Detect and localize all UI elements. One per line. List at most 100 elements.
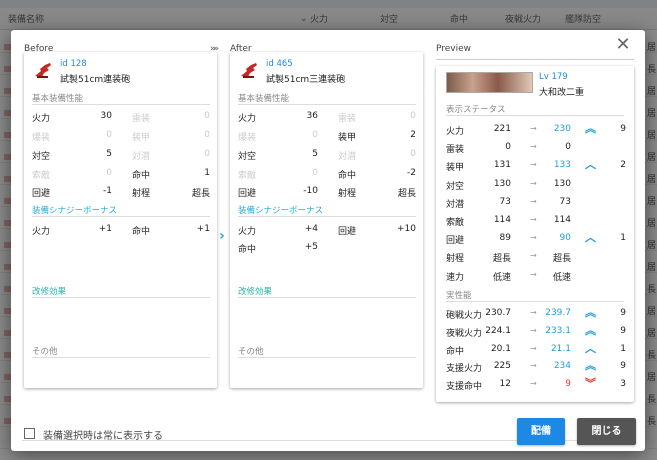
stat-value: 超長 (191, 189, 210, 199)
preview-row-label: 装甲 (446, 163, 465, 174)
preview-row-after: 低速 (552, 272, 571, 283)
preview-row-before: 12 (499, 379, 511, 390)
before-equipment-id[interactable]: id 128 (60, 59, 87, 69)
stat-after-right: 装甲 2 (338, 130, 416, 144)
preview-row: 支援火力 225 → 234 ︽ 9 (446, 359, 626, 375)
synergy-value: +4 (304, 224, 318, 234)
stat-value: 0 (106, 130, 112, 140)
stat-before-left: 対空 5 (32, 149, 112, 163)
preview-row-diff: 9 (620, 124, 626, 134)
stat-before-right: 対潜 0 (132, 149, 210, 163)
preview-row: 夜戦火力 224.1 → 233.1 ︽ 9 (446, 324, 626, 340)
preview-row: 速力 低速 → 低速 (446, 270, 626, 284)
ship-level: Lv 179 (539, 72, 568, 82)
arrow-right-icon: → (530, 308, 537, 317)
stat-label: 火力 (32, 114, 51, 124)
arrow-right-icon: → (530, 361, 537, 371)
preview-row-label: 索敵 (446, 218, 465, 228)
arrow-right-icon: → (530, 325, 537, 335)
stat-value: 0 (312, 130, 318, 140)
stat-value: 0 (204, 130, 210, 140)
synergy-label: 火力 (32, 227, 51, 237)
preview-row-diff: 9 (620, 308, 626, 318)
stat-label: 装甲 (132, 133, 151, 143)
before-improve-title: 改修効果 (32, 285, 210, 298)
preview-row-after: 230 (553, 124, 571, 134)
preview-row-before: 89 (499, 233, 511, 244)
stat-value: 36 (306, 111, 318, 121)
ship-name: 大和改二重 (539, 88, 585, 98)
stat-after-left: 対空 5 (238, 149, 318, 163)
after-equipment-header: id 465 試製51cm三連装砲 (238, 57, 418, 87)
preview-row-after: 9 (565, 379, 571, 390)
stat-before-left: 回避 -1 (32, 186, 112, 200)
stat-value: 0 (312, 168, 318, 178)
preview-row: 索敵 114 → 114 (446, 215, 626, 229)
close-button[interactable]: 閉じる (577, 418, 636, 445)
equip-button[interactable]: 配備 (517, 418, 565, 445)
stat-after-right: 雷装 0 (338, 111, 416, 125)
display-status-title: 表示ステータス (446, 103, 624, 116)
stat-value: 0 (106, 168, 112, 178)
preview-row: 対潜 73 → 73 (446, 197, 626, 211)
after-basic-title: 基本装備性能 (238, 92, 416, 105)
stat-value: -1 (103, 186, 112, 196)
stat-label: 命中 (132, 171, 151, 181)
stat-label: 爆装 (238, 133, 257, 143)
stat-after-right: 射程 超長 (338, 186, 416, 200)
preview-row-before: 131 (493, 160, 511, 171)
synergy-item: 命中 +5 (238, 242, 318, 256)
stat-label: 対潜 (132, 152, 151, 162)
stat-after-right: 対潜 0 (338, 149, 416, 163)
always-show-checkbox[interactable] (24, 428, 35, 439)
stat-value: 0 (204, 111, 210, 121)
preview-row-before: 225 (493, 361, 511, 372)
stat-before-right: 射程 超長 (132, 186, 210, 200)
main-gun-icon (241, 63, 257, 78)
arrow-right-icon: → (530, 269, 537, 279)
preview-row-before: 114 (493, 215, 511, 225)
always-show-label[interactable]: 装備選択時は常に表示する (43, 427, 163, 442)
synergy-value: +1 (98, 224, 112, 234)
preview-row: 命中 20.1 → 21.1 ︿ 1 (446, 341, 626, 358)
synergy-value: +10 (397, 224, 416, 234)
synergy-label: 回避 (338, 227, 357, 237)
stat-value: -2 (407, 168, 416, 178)
stat-after-left: 爆装 0 (238, 130, 318, 144)
preview-row: 装甲 131 → 133 ︿ 2 (446, 158, 626, 174)
stat-after-left: 回避 -10 (238, 186, 318, 200)
preview-row-before: 224.1 (485, 325, 511, 336)
after-equipment-id[interactable]: id 465 (266, 59, 293, 69)
stat-label: 命中 (338, 171, 357, 181)
stat-label: 雷装 (338, 114, 357, 124)
preview-row-label: 砲戦火力 (446, 311, 483, 321)
stat-after-left: 火力 36 (238, 111, 318, 125)
arrow-right-icon: → (530, 379, 537, 389)
stat-value: 0 (204, 149, 210, 159)
synergy-value: +1 (196, 224, 210, 234)
synergy-item: 回避 +10 (338, 224, 416, 238)
stat-value: 0 (410, 111, 416, 121)
after-synergy-title: 装備シナジーボーナス (238, 204, 416, 217)
preview-row-after: 0 (565, 142, 571, 153)
preview-row-after: 239.7 (545, 308, 571, 318)
before-card: id 128 試製51cm連装砲 基本装備性能 火力 30 爆装 0 対空 5 索敵 0 回避 -… (24, 52, 217, 388)
stat-label: 射程 (132, 189, 151, 199)
stat-label: 索敵 (238, 171, 257, 181)
preview-row-after: 233.1 (545, 325, 571, 336)
preview-row-before: 20.1 (490, 343, 511, 354)
preview-row-label: 対空 (446, 181, 465, 192)
stat-value: 超長 (397, 189, 416, 199)
stat-label: 回避 (32, 189, 51, 199)
chevron-up-double-icon: ︽ (585, 359, 596, 373)
main-gun-icon (35, 63, 51, 78)
synergy-item: 火力 +4 (238, 224, 318, 238)
stat-after-left: 索敵 0 (238, 168, 318, 182)
stat-value: -10 (303, 186, 318, 196)
synergy-item: 命中 +1 (132, 224, 210, 238)
chevron-up-icon: ︿ (585, 341, 596, 355)
synergy-label: 命中 (238, 245, 257, 255)
stat-before-left: 爆装 0 (32, 130, 112, 144)
stat-value: 30 (100, 111, 112, 121)
preview-row-before: 130 (493, 178, 511, 189)
